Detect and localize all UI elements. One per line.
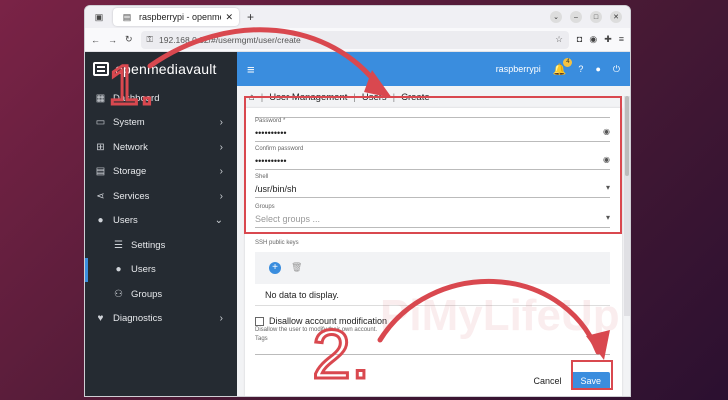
- notification-badge: 4: [563, 57, 573, 67]
- forward-icon[interactable]: →: [108, 35, 117, 45]
- trash-icon[interactable]: 🗑: [291, 262, 302, 273]
- scroll-thumb[interactable]: [625, 96, 629, 176]
- sidebar-item-storage[interactable]: ▤ Storage ›: [85, 160, 237, 185]
- bookmark-star-icon[interactable]: ☆: [555, 34, 563, 45]
- sidebar-item-system[interactable]: ▭ System ›: [85, 111, 237, 136]
- user-menu-icon[interactable]: ●: [595, 64, 600, 74]
- chevron-right-icon: ›: [219, 190, 223, 202]
- sidebar-item-network[interactable]: ⊞ Network ›: [85, 135, 237, 160]
- ssh-keys-label: SSH public keys: [255, 240, 299, 246]
- dropdown-arrow-icon: ▾: [605, 213, 610, 222]
- sidebar-item-users[interactable]: ● Users ⌄: [85, 209, 237, 234]
- chevron-right-icon: ›: [219, 141, 223, 153]
- top-bar-right: raspberrypi 🔔 4 ? ● ⏻: [495, 57, 620, 76]
- window-controls: ⌄ – □ ✕: [550, 11, 630, 23]
- storage-icon: ▤: [95, 166, 106, 178]
- tab-bar: ▣ ▤ raspberrypi - openmedia... ✕ + ⌄ – □…: [85, 6, 630, 28]
- shell-select[interactable]: Shell /usr/bin/sh ▾: [255, 174, 610, 198]
- sidebar-item-groups[interactable]: ⚇ Groups: [85, 282, 237, 307]
- groups-select[interactable]: Groups Select groups ... ▾: [255, 204, 610, 228]
- confirm-password-field[interactable]: Confirm password •••••••••• ◉: [255, 146, 610, 170]
- brand-name: openmediavault: [115, 61, 217, 77]
- hamburger-icon[interactable]: ≡: [247, 62, 255, 77]
- reload-icon[interactable]: ↻: [125, 34, 133, 45]
- password-field[interactable]: Password * •••••••••• ◉: [255, 118, 610, 142]
- create-user-form: Password * •••••••••• ◉ Confirm password…: [245, 108, 622, 396]
- help-icon[interactable]: ?: [578, 64, 583, 74]
- url-text: 192.168.0.32/#/usermgmt/user/create: [159, 34, 301, 45]
- sidebar-item-users-sub[interactable]: ● Users: [85, 257, 237, 282]
- eye-icon[interactable]: ◉: [603, 155, 610, 164]
- home-icon[interactable]: ⌂: [249, 92, 255, 103]
- ssh-keys-empty: No data to display.: [255, 284, 610, 306]
- tab-close-icon[interactable]: ✕: [225, 12, 233, 23]
- new-tab-button[interactable]: +: [247, 10, 254, 24]
- disallow-hint: Disallow the user to modify their own ac…: [255, 327, 378, 333]
- chevron-down-icon: ⌄: [214, 215, 223, 227]
- laptop-icon: ▭: [95, 117, 106, 129]
- top-bar: ≡ raspberrypi 🔔 4 ? ● ⏻: [237, 52, 630, 86]
- network-icon: ⊞: [96, 141, 105, 153]
- favicon-icon: ▤: [122, 11, 132, 22]
- dashboard-icon: ▦: [95, 92, 106, 104]
- omv-app: openmediavault ▦ Dashboard ▭ System › ⊞ Netw…: [85, 52, 630, 396]
- menu-icon[interactable]: ≡: [619, 34, 624, 45]
- tab-overview-icon[interactable]: ▣: [91, 9, 107, 25]
- minimize-icon[interactable]: –: [570, 11, 582, 23]
- chevron-right-icon: ›: [219, 166, 223, 178]
- browser-window: ▣ ▤ raspberrypi - openmedia... ✕ + ⌄ – □…: [84, 5, 631, 397]
- pocket-icon[interactable]: ◘: [577, 34, 582, 45]
- close-window-icon[interactable]: ✕: [610, 11, 622, 23]
- navigation-bar: ← → ↻ ⚿ 192.168.0.32/#/usermgmt/user/cre…: [85, 28, 630, 52]
- url-bar[interactable]: ⚿ 192.168.0.32/#/usermgmt/user/create ☆: [140, 30, 569, 49]
- chevron-right-icon: ›: [219, 117, 223, 129]
- sliders-icon: ☰: [114, 239, 123, 251]
- sidebar-item-diagnostics[interactable]: ♥ Diagnostics ›: [85, 307, 237, 332]
- bell-icon[interactable]: 🔔 4: [553, 57, 573, 76]
- heartbeat-icon: ♥: [97, 313, 104, 325]
- chevron-right-icon: ›: [219, 313, 223, 325]
- toolbar-icons: ◘ ◉ ✚ ≡: [577, 34, 624, 45]
- groups-icon: ⚇: [114, 288, 123, 300]
- brand: openmediavault: [85, 52, 237, 86]
- main-content: ≡ raspberrypi 🔔 4 ? ● ⏻ ⌂ | User Manageme…: [237, 52, 630, 396]
- maximize-icon[interactable]: □: [590, 11, 602, 23]
- extensions-icon[interactable]: ✚: [604, 34, 612, 45]
- browser-tab[interactable]: ▤ raspberrypi - openmedia... ✕: [113, 8, 239, 26]
- checkbox-box[interactable]: [255, 316, 264, 326]
- share-icon: ⋖: [96, 190, 105, 202]
- sidebar: openmediavault ▦ Dashboard ▭ System › ⊞ Netw…: [85, 52, 237, 396]
- tags-label: Tags: [255, 336, 268, 342]
- users-icon: ●: [97, 215, 104, 227]
- sidebar-item-dashboard[interactable]: ▦ Dashboard: [85, 86, 237, 111]
- scrollbar[interactable]: [624, 96, 630, 316]
- sidebar-item-settings[interactable]: ☰ Settings: [85, 233, 237, 258]
- tags-input[interactable]: [255, 354, 610, 355]
- dropdown-icon[interactable]: ⌄: [550, 11, 562, 23]
- sidebar-item-services[interactable]: ⋖ Services ›: [85, 184, 237, 209]
- omv-logo-icon: [93, 62, 109, 76]
- account-icon[interactable]: ◉: [589, 34, 597, 45]
- user-icon: ●: [115, 264, 122, 276]
- page-info-icon: ⚿: [146, 34, 154, 44]
- cancel-button[interactable]: Cancel: [533, 376, 561, 386]
- tab-title: raspberrypi - openmedia...: [139, 12, 222, 22]
- add-key-button[interactable]: +: [269, 262, 281, 274]
- ssh-keys-toolbar: + 🗑: [255, 252, 610, 284]
- disallow-modification-checkbox[interactable]: Disallow account modification: [255, 316, 387, 326]
- power-icon[interactable]: ⏻: [613, 64, 620, 75]
- hostname: raspberrypi: [495, 64, 541, 74]
- form-actions: Cancel Save: [533, 372, 610, 390]
- eye-icon[interactable]: ◉: [603, 127, 610, 136]
- save-button[interactable]: Save: [571, 372, 610, 390]
- dropdown-arrow-icon: ▾: [605, 183, 610, 192]
- back-icon[interactable]: ←: [91, 35, 100, 45]
- previous-field[interactable]: [255, 94, 610, 118]
